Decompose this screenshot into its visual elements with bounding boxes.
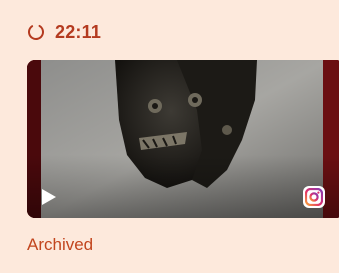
media-card[interactable]: 22:11 Archived xyxy=(0,0,339,273)
status-label: Archived xyxy=(27,235,94,254)
media-thumbnail[interactable] xyxy=(27,60,339,218)
card-header: 22:11 xyxy=(27,19,101,45)
loading-spinner-icon xyxy=(28,24,44,40)
thumbnail-image xyxy=(27,60,339,218)
play-icon[interactable] xyxy=(41,188,57,206)
time-label: 22:11 xyxy=(55,21,102,42)
instagram-glyph-icon xyxy=(305,188,323,206)
instagram-icon xyxy=(303,186,325,208)
